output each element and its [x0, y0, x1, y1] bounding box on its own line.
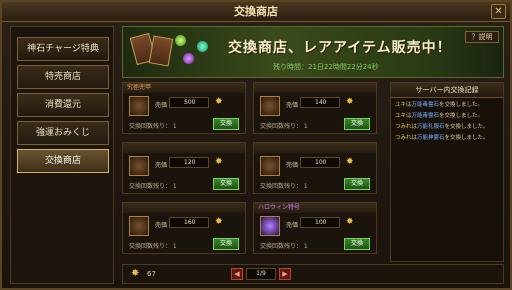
price-label: 売価 [286, 102, 299, 109]
price-label: 売価 [155, 162, 168, 169]
price-value: 140 [300, 97, 340, 108]
coin-icon: ✸ [215, 217, 223, 227]
exchange-button[interactable]: 交換 [213, 118, 239, 130]
price-label: 売価 [155, 222, 168, 229]
price-value: 120 [169, 157, 209, 168]
window-title: 交換商店 [2, 2, 510, 22]
item-name [123, 203, 245, 213]
exchange-button[interactable]: 交換 [344, 238, 370, 250]
remaining-count: 交換回数残り： 1 [260, 123, 308, 130]
price-label: 売価 [155, 102, 168, 109]
gem-icon [183, 53, 194, 64]
remaining-count: 交換回数残り： 1 [129, 243, 177, 250]
log-entry: つみれは万能礼服石を交換しました。 [395, 124, 489, 130]
coin-icon: ✸ [346, 217, 354, 227]
shop-item: 売価 100 ✸ 交換回数残り： 1 交換 [253, 142, 377, 194]
exchange-log-panel: サーバー内交換記録 ユキは万能毒霊石を交換しました。 ユキは万能毒霊石を交換しま… [390, 82, 504, 262]
exchange-button[interactable]: 交換 [344, 178, 370, 190]
coin-icon: ✸ [215, 157, 223, 167]
help-button[interactable]: ？説明 [465, 31, 499, 43]
remaining-count: 交換回数残り： 1 [129, 183, 177, 190]
price-label: 売価 [286, 222, 299, 229]
footer-bar: ✸ 67 ◀ 1/9 ▶ [122, 264, 504, 284]
shop-item: ハロウィン特号 売価 100 ✸ 交換回数残り： 1 交換 [253, 202, 377, 254]
log-entry: つみれは万能神霊石を交換しました。 [395, 135, 489, 141]
helmet-icon [129, 96, 149, 116]
remaining-count: 交換回数残り： 1 [260, 183, 308, 190]
remaining-time: 残り時間：21日22時間22分24秒 [273, 63, 379, 71]
pagination: ◀ 1/9 ▶ [231, 268, 291, 280]
next-page-button[interactable]: ▶ [279, 268, 291, 280]
price-value: 100 [300, 157, 340, 168]
sidebar-item-special-shop[interactable]: 特売商店 [17, 65, 109, 89]
price-value: 100 [300, 217, 340, 228]
exchange-button[interactable]: 交換 [213, 178, 239, 190]
sidebar-item-charge-bonus[interactable]: 神石チャージ特典 [17, 37, 109, 61]
prev-page-button[interactable]: ◀ [231, 268, 243, 280]
promo-banner: 交換商店、レアアイテム販売中！ 残り時間：21日22時間22分24秒 ？説明 [122, 26, 504, 78]
coin-icon: ✸ [131, 268, 140, 279]
coin-icon: ✸ [215, 97, 223, 107]
hat-icon [260, 156, 280, 176]
exchange-button[interactable]: 交換 [344, 118, 370, 130]
armor-icon [129, 156, 149, 176]
hat-icon [260, 96, 280, 116]
item-name [254, 83, 376, 93]
remaining-count: 交換回数残り： 1 [129, 123, 177, 130]
exchange-shop-window: 交換商店 ✕ 神石チャージ特典 特売商店 消費還元 強運おみくじ 交換商店 交換… [0, 0, 512, 290]
shop-item: 売価 140 ✸ 交換回数残り： 1 交換 [253, 82, 377, 134]
item-grid: 究極兜甲 売価 500 ✸ 交換回数残り： 1 交換 売価 140 ✸ 交換回数… [122, 82, 384, 262]
sidebar: 神石チャージ特典 特売商店 消費還元 強運おみくじ 交換商店 [10, 26, 114, 284]
sidebar-item-exchange-shop[interactable]: 交換商店 [17, 149, 109, 173]
costume-icon [260, 216, 280, 236]
item-name [254, 143, 376, 153]
sidebar-item-lucky-draw[interactable]: 強運おみくじ [17, 121, 109, 145]
card-icon [148, 35, 174, 67]
log-entry: ユキは万能毒霊石を交換しました。 [395, 113, 484, 119]
coin-icon: ✸ [346, 157, 354, 167]
remaining-count: 交換回数残り： 1 [260, 243, 308, 250]
sidebar-item-spend-reward[interactable]: 消費還元 [17, 93, 109, 117]
log-title: サーバー内交換記録 [391, 83, 503, 98]
exchange-button[interactable]: 交換 [213, 238, 239, 250]
item-name: 究極兜甲 [123, 83, 245, 93]
shop-item: 究極兜甲 売価 500 ✸ 交換回数残り： 1 交換 [122, 82, 246, 134]
gauntlet-icon [129, 216, 149, 236]
gem-icon [175, 35, 186, 46]
price-value: 160 [169, 217, 209, 228]
close-button[interactable]: ✕ [491, 4, 506, 19]
banner-title: 交換商店、レアアイテム販売中！ [228, 40, 452, 56]
gem-icon [197, 41, 208, 52]
coin-count: 67 [147, 270, 156, 278]
shop-item: 売価 120 ✸ 交換回数残り： 1 交換 [122, 142, 246, 194]
item-name [123, 143, 245, 153]
shop-item: 売価 160 ✸ 交換回数残り： 1 交換 [122, 202, 246, 254]
item-name: ハロウィン特号 [254, 203, 376, 213]
log-entry: ユキは万能毒霊石を交換しました。 [395, 102, 484, 108]
coin-icon: ✸ [346, 97, 354, 107]
price-value: 500 [169, 97, 209, 108]
page-indicator: 1/9 [246, 268, 276, 280]
price-label: 売価 [286, 162, 299, 169]
